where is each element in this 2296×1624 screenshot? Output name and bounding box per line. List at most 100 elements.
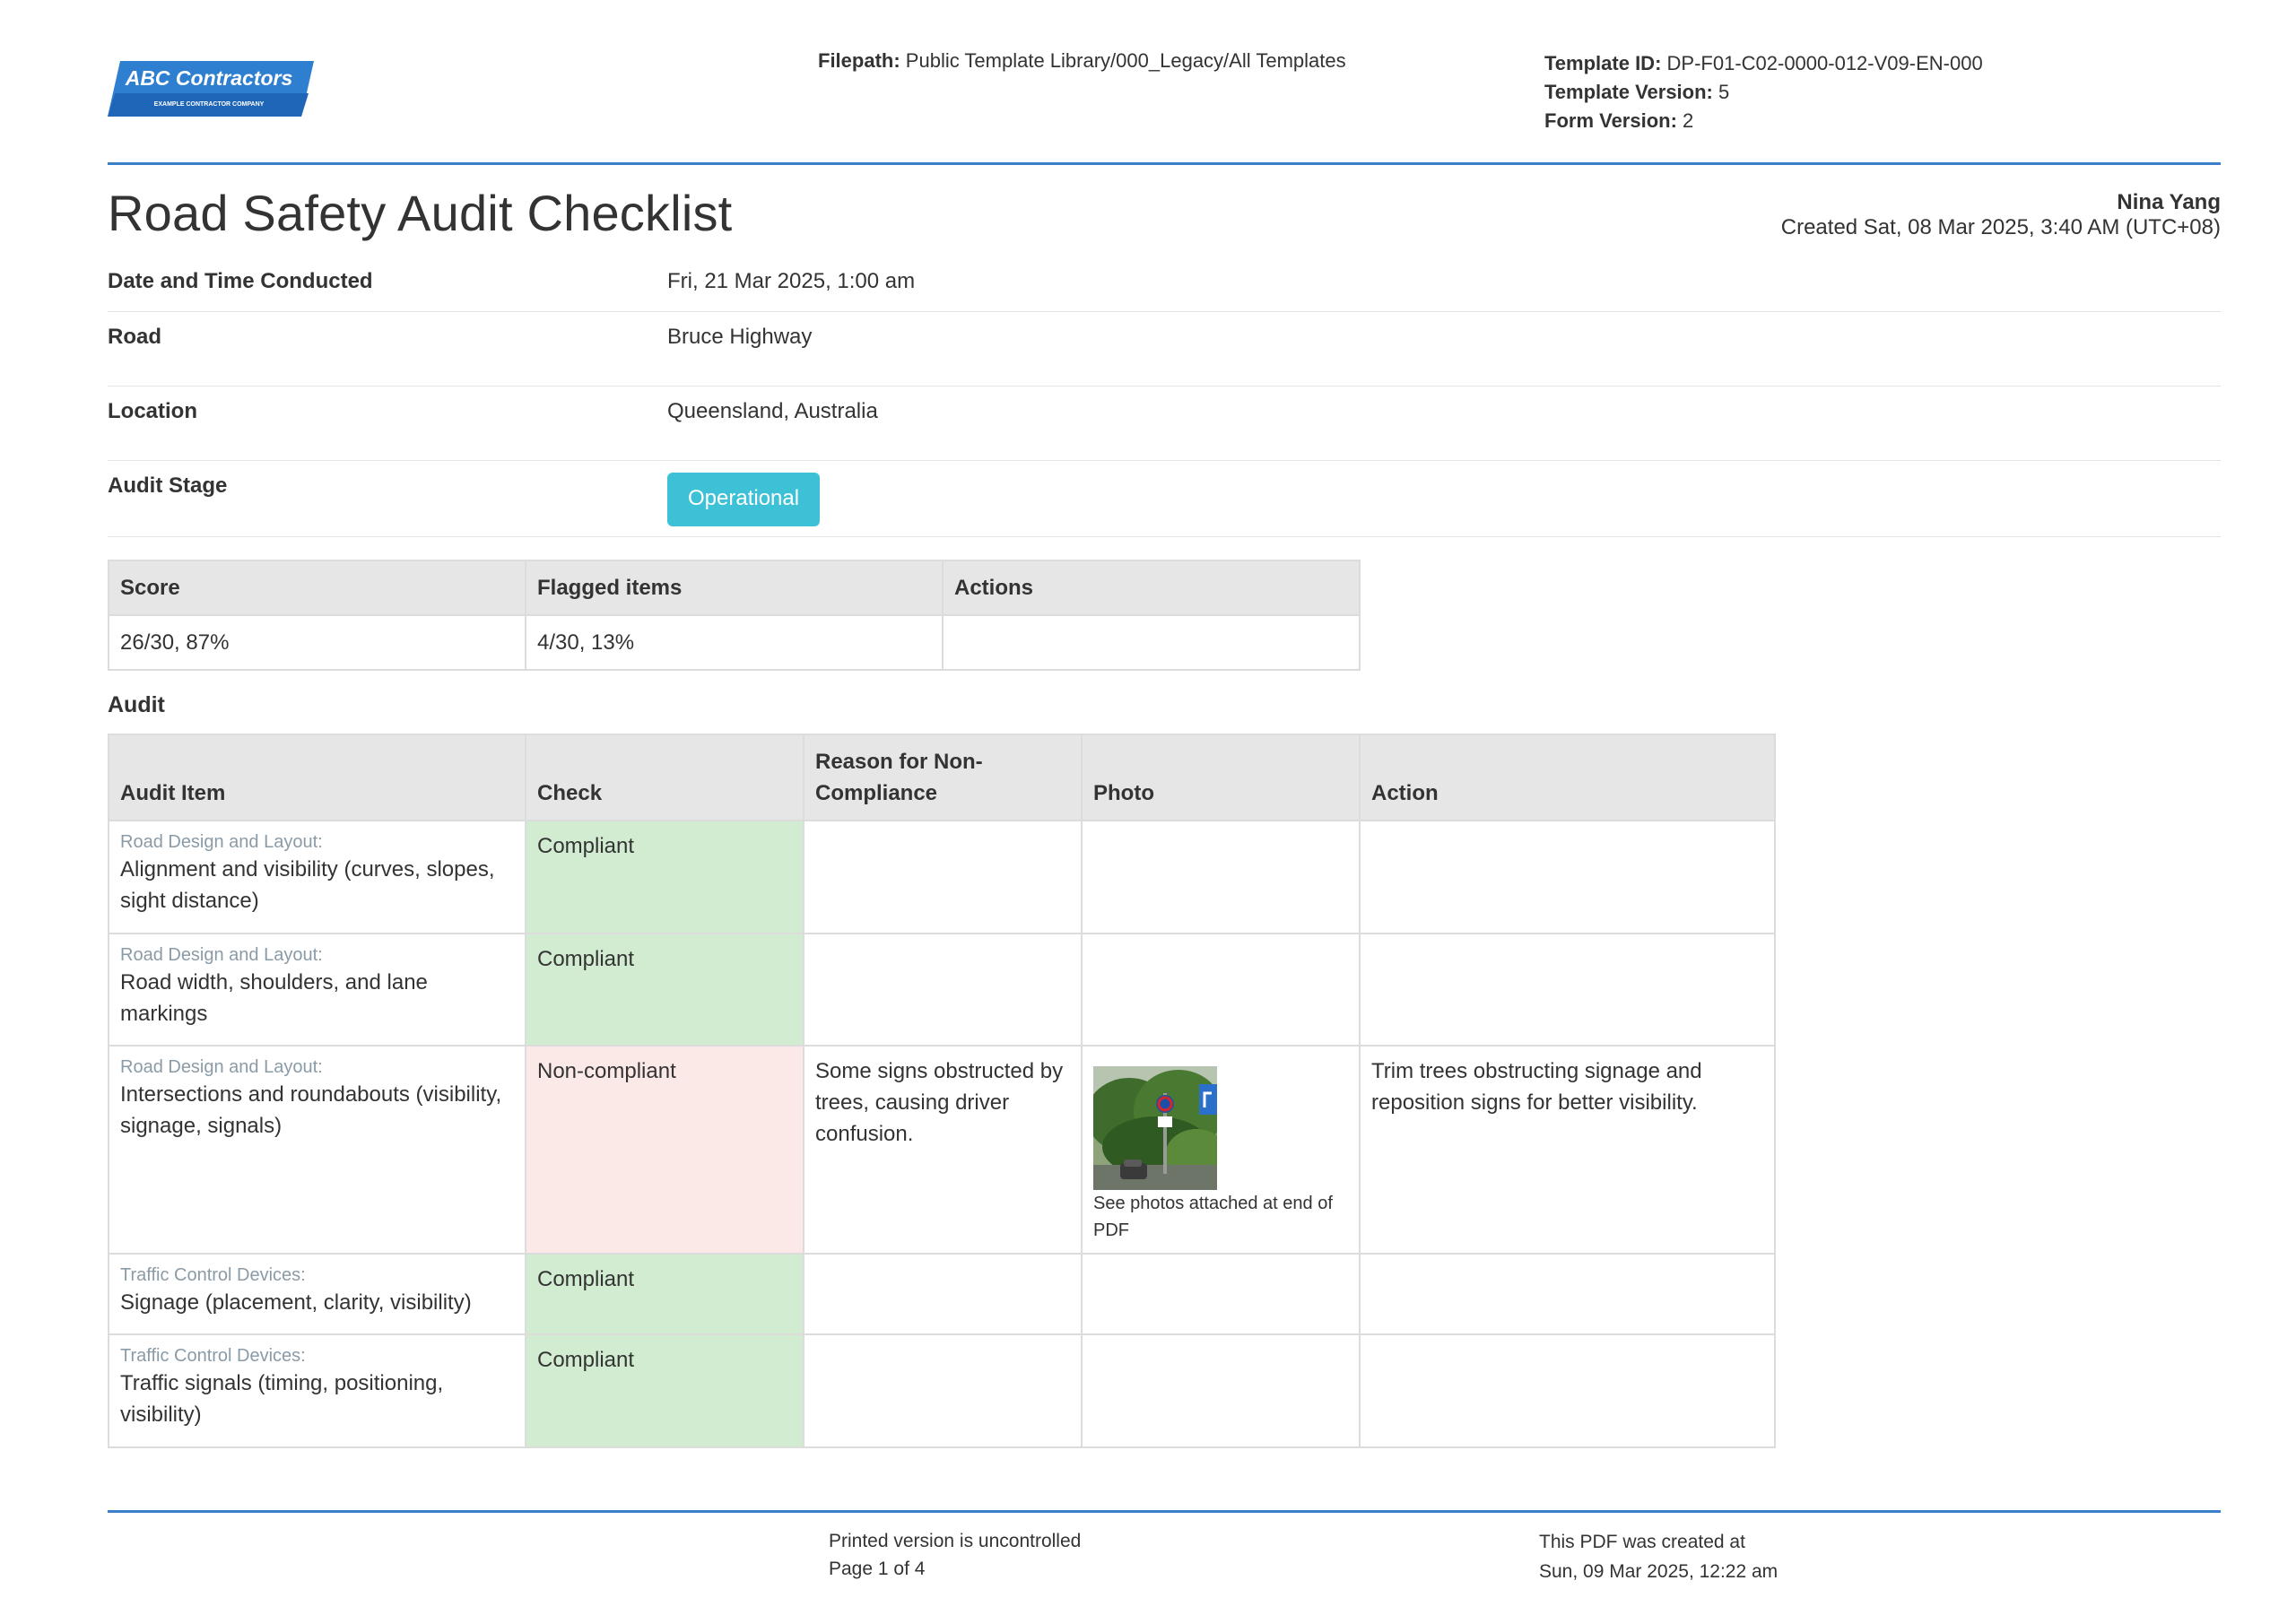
audit-item-cell: Road Design and Layout: Road width, shou… (108, 933, 526, 1046)
company-logo: ABC Contractors EXAMPLE CONTRACTOR COMPA… (108, 61, 314, 117)
template-id-label: Template ID: (1544, 52, 1662, 74)
page-title: Road Safety Audit Checklist (108, 185, 733, 241)
item-name: Traffic signals (timing, positioning, vi… (120, 1371, 444, 1427)
footer-divider (108, 1510, 2221, 1513)
flagged-value: 4/30, 13% (525, 614, 944, 671)
photo-cell (1081, 933, 1361, 1046)
filepath-value: Public Template Library/000_Legacy/All T… (905, 49, 1346, 72)
item-name: Road width, shoulders, and lane markings (120, 970, 428, 1026)
field-value: Queensland, Australia (667, 399, 878, 423)
table-row: Road Design and Layout: Alignment and vi… (108, 820, 1776, 934)
action-cell (1359, 1333, 1776, 1448)
template-id-line: Template ID: DP-F01-C02-0000-012-V09-EN-… (1544, 49, 1983, 78)
header-divider (108, 162, 2221, 165)
audit-item-cell: Traffic Control Devices: Signage (placem… (108, 1253, 526, 1335)
table-row: Traffic Control Devices: Signage (placem… (108, 1253, 1776, 1335)
item-name: Intersections and roundabouts (visibilit… (120, 1082, 502, 1138)
audit-item-cell: Road Design and Layout: Intersections an… (108, 1045, 526, 1255)
action-cell (1359, 820, 1776, 934)
template-meta: Template ID: DP-F01-C02-0000-012-V09-EN-… (1544, 49, 1983, 135)
field-label: Location (108, 399, 197, 423)
audit-header-row: Audit Item Check Reason for Non-Complian… (108, 734, 1776, 821)
reason-cell (803, 933, 1083, 1046)
field-value: Bruce Highway (667, 325, 813, 349)
item-name: Alignment and visibility (curves, slopes… (120, 857, 495, 913)
table-row: Traffic Control Devices: Traffic signals… (108, 1333, 1776, 1448)
field-value: Operational (667, 473, 821, 526)
check-cell: Compliant (525, 1253, 804, 1335)
form-version-label: Form Version: (1544, 109, 1677, 132)
photo-cell (1081, 1333, 1361, 1448)
field-value: Fri, 21 Mar 2025, 1:00 am (667, 269, 916, 293)
col-action: Action (1359, 734, 1776, 821)
author-name: Nina Yang (2117, 190, 2221, 214)
template-version-line: Template Version: 5 (1544, 78, 1983, 107)
pdf-created-label: This PDF was created at (1539, 1532, 1745, 1552)
field-row-location: Location Queensland, Australia (108, 386, 2221, 461)
table-row: Road Design and Layout: Road width, shou… (108, 933, 1776, 1046)
field-row-audit-stage: Audit Stage Operational (108, 461, 2221, 537)
photo-cell (1081, 1253, 1361, 1335)
document-header: ABC Contractors EXAMPLE CONTRACTOR COMPA… (0, 0, 2296, 167)
col-reason: Reason for Non-Compliance (803, 734, 1083, 821)
filepath-label: Filepath: (818, 49, 900, 72)
page-number: Page 1 of 4 (829, 1559, 926, 1579)
item-category: Road Design and Layout: (120, 832, 323, 852)
reason-cell (803, 820, 1083, 934)
field-row-road: Road Bruce Highway (108, 312, 2221, 386)
actions-value (942, 614, 1361, 671)
photo-cell: See photos attached at end of PDF (1081, 1045, 1361, 1255)
author-block: Nina Yang Created Sat, 08 Mar 2025, 3:40… (1781, 190, 2221, 240)
action-cell: Trim trees obstructing signage and repos… (1359, 1045, 1776, 1255)
summary-fields: Date and Time Conducted Fri, 21 Mar 2025… (108, 253, 2221, 537)
field-label: Date and Time Conducted (108, 269, 373, 293)
flagged-header: Flagged items (525, 560, 944, 616)
uncontrolled-notice: Printed version is uncontrolled (829, 1531, 1082, 1551)
col-audit-item: Audit Item (108, 734, 526, 821)
created-timestamp: Created Sat, 08 Mar 2025, 3:40 AM (UTC+0… (1780, 215, 2221, 239)
check-cell: Compliant (525, 933, 804, 1046)
check-cell: Non-compliant (525, 1045, 804, 1255)
photo-cell (1081, 820, 1361, 934)
template-version-value: 5 (1718, 81, 1730, 103)
item-category: Road Design and Layout: (120, 945, 323, 965)
form-version-value: 2 (1683, 109, 1694, 132)
logo-subtext: EXAMPLE CONTRACTOR COMPANY (154, 101, 265, 108)
reason-cell (803, 1333, 1083, 1448)
footer-right: This PDF was created at Sun, 09 Mar 2025… (1539, 1527, 1778, 1586)
score-value: 26/30, 87% (108, 614, 526, 671)
item-name: Signage (placement, clarity, visibility) (120, 1290, 472, 1315)
action-cell (1359, 933, 1776, 1046)
audit-item-cell: Road Design and Layout: Alignment and vi… (108, 820, 526, 934)
section-title: Audit (108, 692, 165, 717)
status-badge: Operational (667, 473, 821, 526)
audit-table: Audit Item Check Reason for Non-Complian… (108, 734, 1776, 1448)
filepath: Filepath: Public Template Library/000_Le… (818, 49, 1346, 73)
field-row-date: Date and Time Conducted Fri, 21 Mar 2025… (108, 253, 2221, 312)
audit-item-cell: Traffic Control Devices: Traffic signals… (108, 1333, 526, 1448)
score-table: Score Flagged items Actions 26/30, 87% 4… (108, 560, 1361, 671)
photo-thumbnail[interactable] (1093, 1066, 1217, 1190)
field-label: Road (108, 325, 161, 349)
item-category: Traffic Control Devices: (120, 1346, 306, 1366)
field-label: Audit Stage (108, 473, 228, 498)
logo-text: ABC Contractors (125, 66, 293, 90)
col-check: Check (525, 734, 804, 821)
photo-caption: See photos attached at end of PDF (1093, 1194, 1333, 1240)
template-version-label: Template Version: (1544, 81, 1713, 103)
reason-cell: Some signs obstructed by trees, causing … (803, 1045, 1083, 1255)
actions-header: Actions (942, 560, 1361, 616)
template-id-value: DP-F01-C02-0000-012-V09-EN-000 (1666, 52, 1983, 74)
col-photo: Photo (1081, 734, 1361, 821)
item-category: Road Design and Layout: (120, 1057, 323, 1077)
reason-cell (803, 1253, 1083, 1335)
score-value-row: 26/30, 87% 4/30, 13% (108, 614, 1361, 671)
check-cell: Compliant (525, 820, 804, 934)
item-category: Traffic Control Devices: (120, 1265, 306, 1285)
check-cell: Compliant (525, 1333, 804, 1448)
pdf-created-value: Sun, 09 Mar 2025, 12:22 am (1539, 1561, 1779, 1582)
score-header-row: Score Flagged items Actions (108, 560, 1361, 616)
footer-center: Printed version is uncontrolled Page 1 o… (829, 1527, 1081, 1583)
form-version-line: Form Version: 2 (1544, 107, 1983, 135)
action-cell (1359, 1253, 1776, 1335)
